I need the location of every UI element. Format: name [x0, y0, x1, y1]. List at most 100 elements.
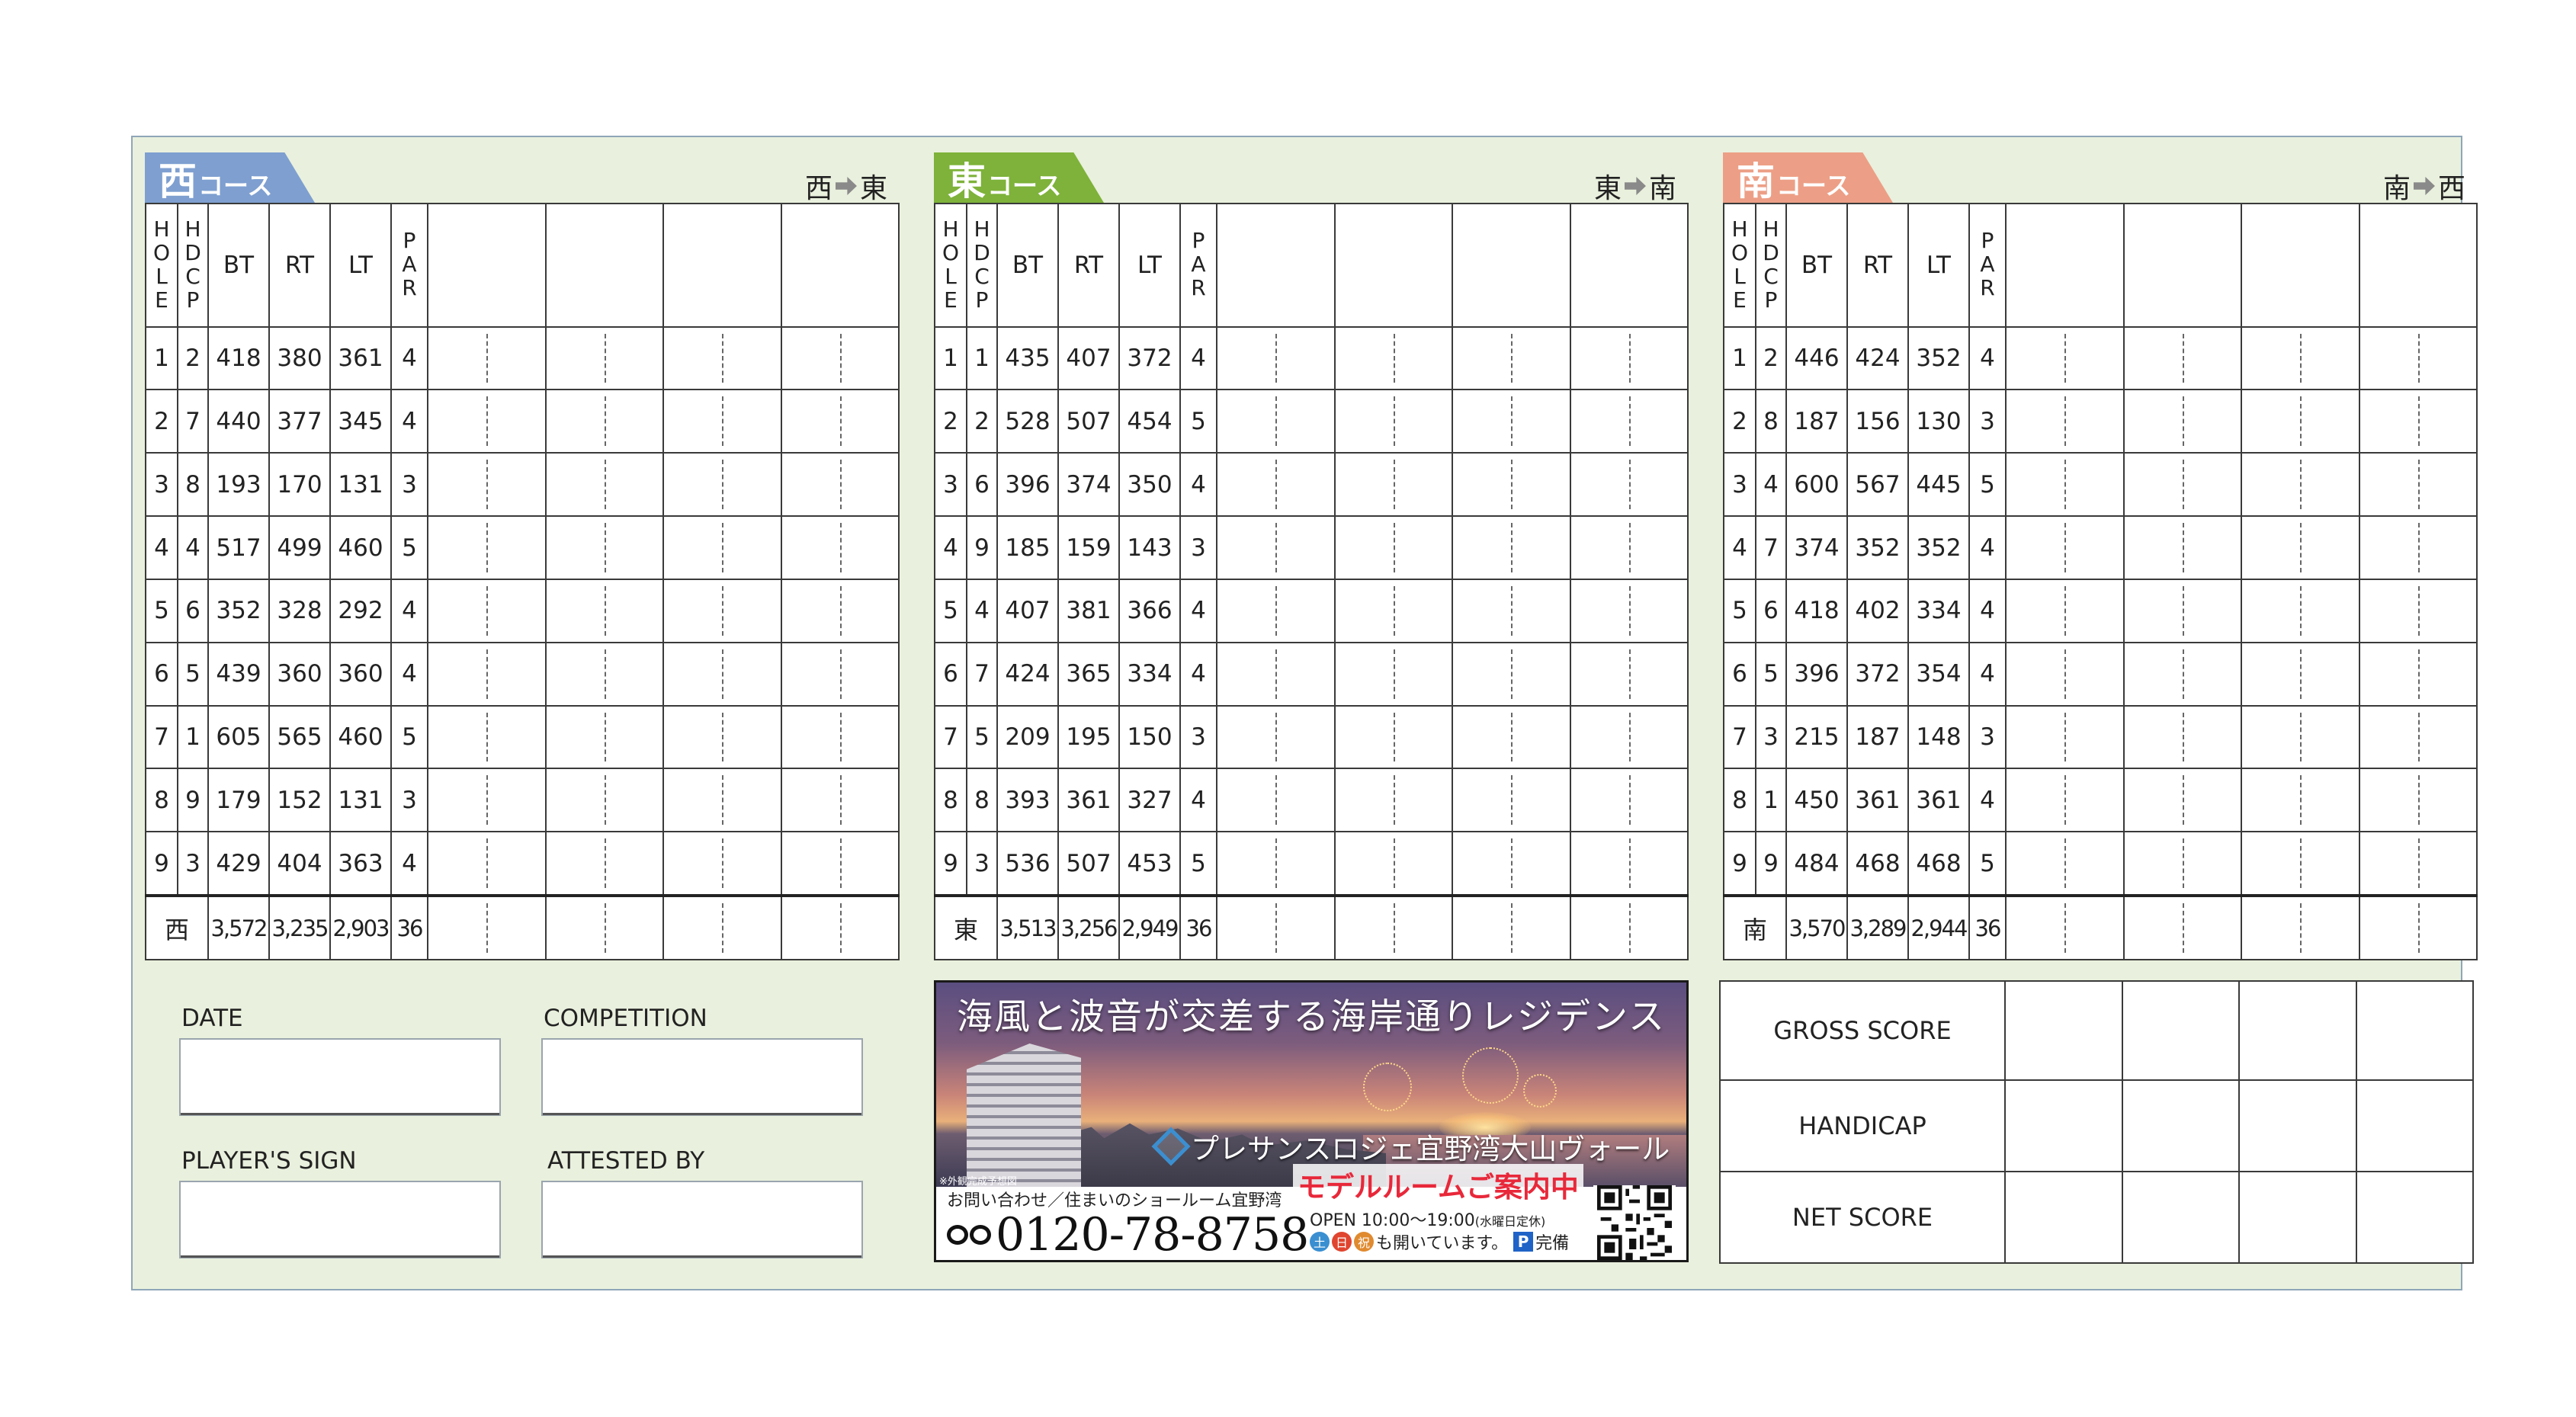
score-cell[interactable] [780, 768, 900, 833]
score-cell[interactable] [427, 389, 547, 454]
score-cell[interactable] [544, 515, 664, 580]
score-cell[interactable] [1333, 768, 1453, 833]
score-cell[interactable] [1569, 325, 1689, 391]
score-cell[interactable] [427, 831, 547, 897]
score-cell[interactable] [1452, 641, 1571, 707]
score-cell[interactable] [2238, 1171, 2357, 1264]
score-cell[interactable] [544, 325, 664, 391]
score-cell[interactable] [2122, 578, 2242, 643]
score-cell[interactable] [2241, 768, 2360, 833]
score-cell[interactable] [544, 452, 664, 518]
score-cell[interactable] [2358, 578, 2478, 643]
score-cell[interactable] [2241, 641, 2360, 707]
player-column-header[interactable] [1216, 203, 1336, 328]
score-cell[interactable] [2241, 325, 2360, 391]
player-column-header[interactable] [544, 203, 664, 328]
score-cell[interactable] [2358, 704, 2478, 770]
score-cell[interactable] [2241, 515, 2360, 580]
player-column-header[interactable] [427, 203, 547, 328]
score-cell[interactable] [544, 704, 664, 770]
score-cell[interactable] [1333, 452, 1453, 518]
score-cell[interactable] [2241, 704, 2360, 770]
score-cell[interactable] [1452, 515, 1571, 580]
total-score-cell[interactable] [544, 894, 664, 960]
score-cell[interactable] [544, 831, 664, 897]
score-cell[interactable] [1569, 515, 1689, 580]
score-cell[interactable] [2122, 452, 2242, 518]
total-score-cell[interactable] [1333, 894, 1453, 960]
score-cell[interactable] [1452, 704, 1571, 770]
score-cell[interactable] [1333, 389, 1453, 454]
score-cell[interactable] [2005, 641, 2125, 707]
score-cell[interactable] [2122, 325, 2242, 391]
score-cell[interactable] [2358, 831, 2478, 897]
score-cell[interactable] [1452, 578, 1571, 643]
total-score-cell[interactable] [780, 894, 900, 960]
score-cell[interactable] [1569, 768, 1689, 833]
score-cell[interactable] [2241, 389, 2360, 454]
score-cell[interactable] [1569, 452, 1689, 518]
score-cell[interactable] [662, 515, 782, 580]
score-cell[interactable] [1569, 641, 1689, 707]
score-cell[interactable] [780, 515, 900, 580]
score-cell[interactable] [427, 452, 547, 518]
score-cell[interactable] [427, 578, 547, 643]
score-cell[interactable] [1452, 452, 1571, 518]
score-cell[interactable] [780, 452, 900, 518]
score-cell[interactable] [780, 831, 900, 897]
score-cell[interactable] [427, 325, 547, 391]
player-column-header[interactable] [2358, 203, 2478, 328]
score-cell[interactable] [1216, 389, 1336, 454]
total-score-cell[interactable] [427, 894, 547, 960]
score-cell[interactable] [2355, 1171, 2474, 1264]
score-cell[interactable] [544, 641, 664, 707]
score-cell[interactable] [1333, 831, 1453, 897]
score-cell[interactable] [662, 768, 782, 833]
score-cell[interactable] [1333, 578, 1453, 643]
score-cell[interactable] [2005, 452, 2125, 518]
score-cell[interactable] [2122, 515, 2242, 580]
attested-by-field[interactable] [541, 1181, 863, 1258]
score-cell[interactable] [427, 641, 547, 707]
score-cell[interactable] [544, 768, 664, 833]
total-score-cell[interactable] [1452, 894, 1571, 960]
score-cell[interactable] [427, 768, 547, 833]
score-cell[interactable] [1452, 768, 1571, 833]
score-cell[interactable] [662, 704, 782, 770]
player-column-header[interactable] [1569, 203, 1689, 328]
score-cell[interactable] [780, 704, 900, 770]
date-field[interactable] [179, 1038, 501, 1116]
player-column-header[interactable] [2241, 203, 2360, 328]
score-cell[interactable] [1569, 389, 1689, 454]
score-cell[interactable] [1569, 704, 1689, 770]
score-cell[interactable] [1333, 704, 1453, 770]
score-cell[interactable] [1216, 452, 1336, 518]
score-cell[interactable] [2358, 325, 2478, 391]
score-cell[interactable] [780, 641, 900, 707]
score-cell[interactable] [2005, 578, 2125, 643]
score-cell[interactable] [662, 578, 782, 643]
score-cell[interactable] [2122, 389, 2242, 454]
score-cell[interactable] [2358, 452, 2478, 518]
score-cell[interactable] [780, 325, 900, 391]
score-cell[interactable] [2005, 515, 2125, 580]
score-cell[interactable] [427, 515, 547, 580]
score-cell[interactable] [1216, 325, 1336, 391]
score-cell[interactable] [2358, 389, 2478, 454]
score-cell[interactable] [780, 389, 900, 454]
score-cell[interactable] [2121, 980, 2240, 1081]
score-cell[interactable] [2004, 980, 2123, 1081]
score-cell[interactable] [2005, 389, 2125, 454]
score-cell[interactable] [2121, 1171, 2240, 1264]
player-column-header[interactable] [2005, 203, 2125, 328]
score-cell[interactable] [1216, 768, 1336, 833]
score-cell[interactable] [2241, 578, 2360, 643]
player-column-header[interactable] [1333, 203, 1453, 328]
score-cell[interactable] [1216, 704, 1336, 770]
total-score-cell[interactable] [1569, 894, 1689, 960]
player-column-header[interactable] [2122, 203, 2242, 328]
score-cell[interactable] [2122, 704, 2242, 770]
ad-phone[interactable]: 0120-78-8758 [947, 1208, 1309, 1260]
score-cell[interactable] [2358, 768, 2478, 833]
score-cell[interactable] [1452, 325, 1571, 391]
